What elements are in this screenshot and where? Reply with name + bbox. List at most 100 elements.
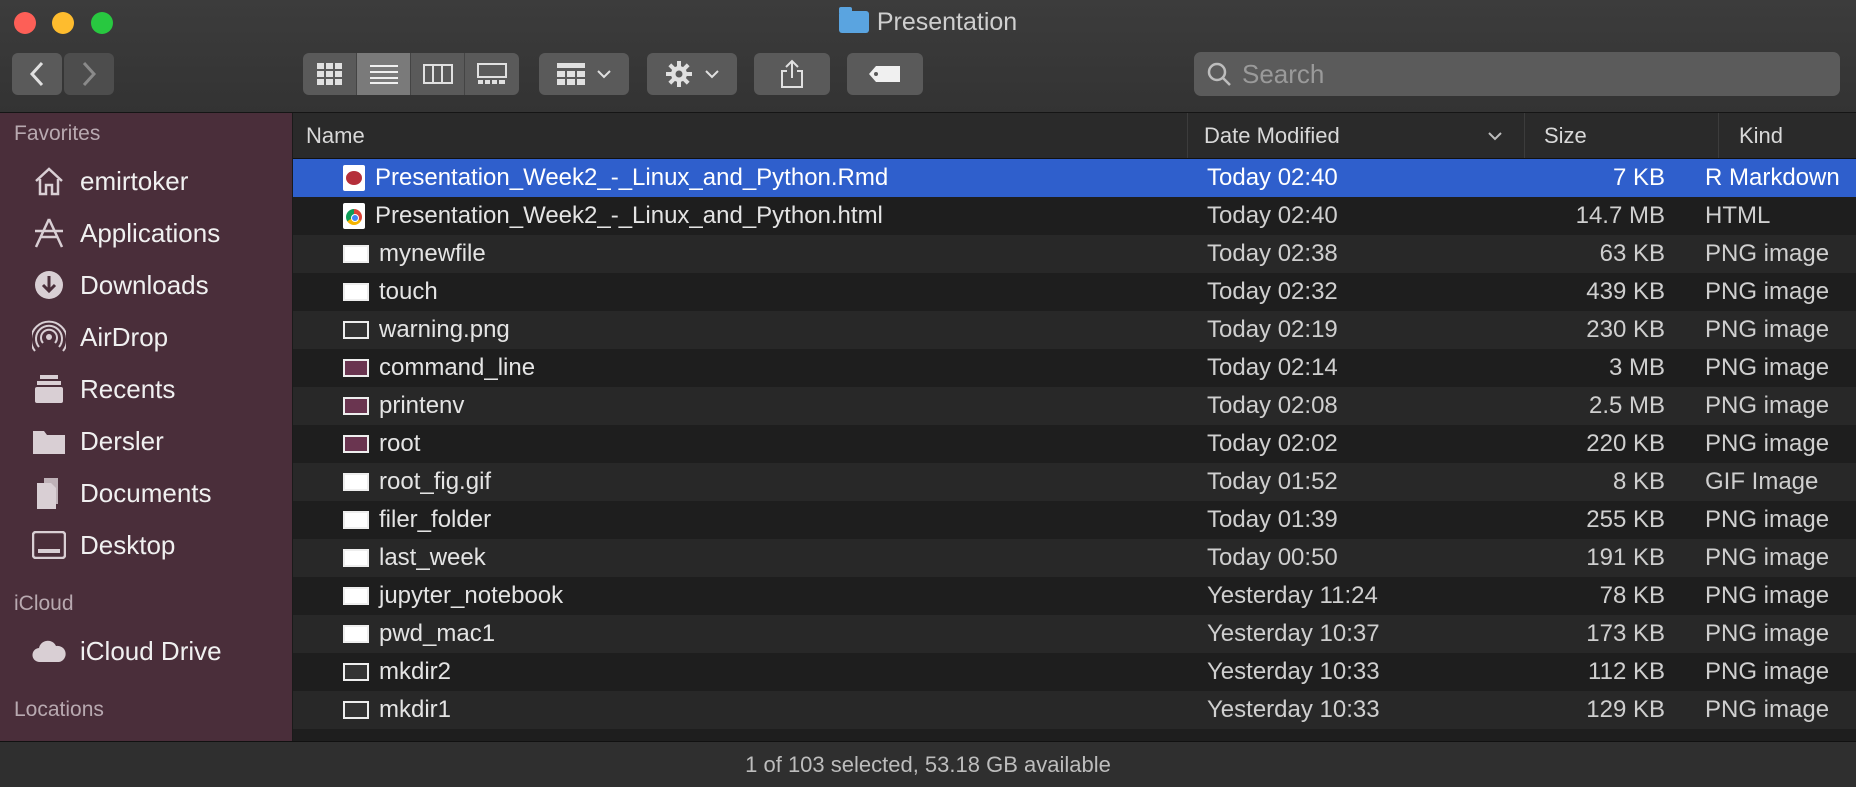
file-name-cell: pwd_mac1: [293, 620, 1193, 648]
sidebar-item-documents[interactable]: Documents: [0, 467, 292, 519]
search-icon: [1207, 62, 1231, 86]
view-mode-control: [303, 53, 519, 95]
status-bar: 1 of 103 selected, 53.18 GB available: [0, 741, 1856, 787]
file-name-cell: Presentation_Week2_-_Linux_and_Python.ht…: [293, 202, 1193, 230]
file-date: Today 01:52: [1207, 468, 1338, 495]
png-thumbnail-icon: [343, 321, 369, 339]
file-row[interactable]: printenv Today 02:08 2.5 MB PNG image: [293, 387, 1856, 425]
chevron-down-icon: [705, 70, 719, 79]
file-row[interactable]: mynewfile Today 02:38 63 KB PNG image: [293, 235, 1856, 273]
file-name-cell: mkdir1: [293, 696, 1193, 724]
file-name: printenv: [379, 392, 465, 419]
column-header-date-modified[interactable]: Date Modified: [1188, 113, 1525, 158]
file-date: Yesterday 10:33: [1207, 696, 1380, 723]
file-size: 7 KB: [1612, 164, 1665, 191]
sidebar-item-label: Applications: [80, 217, 221, 248]
finder-window: Presentation Search Favorites emirtoker …: [0, 0, 1856, 787]
column-header: Name Date Modified Size Kind: [293, 113, 1856, 159]
sidebar-item-desktop[interactable]: Desktop: [0, 519, 292, 571]
file-row[interactable]: mkdir2 Yesterday 10:33 112 KB PNG image: [293, 653, 1856, 691]
file-row[interactable]: root Today 02:02 220 KB PNG image: [293, 425, 1856, 463]
sidebar-item-recents[interactable]: Recents: [0, 363, 292, 415]
share-button[interactable]: [754, 53, 830, 95]
file-size: 78 KB: [1599, 582, 1665, 609]
file-name-cell: last_week: [293, 544, 1193, 572]
sidebar-item-label: Dersler: [80, 425, 164, 456]
search-input[interactable]: [1240, 57, 1824, 91]
file-size: 14.7 MB: [1575, 202, 1665, 229]
file-name-cell: root: [293, 430, 1193, 458]
file-row[interactable]: root_fig.gif Today 01:52 8 KB GIF Image: [293, 463, 1856, 501]
file-row[interactable]: mkdir1 Yesterday 10:33 129 KB PNG image: [293, 691, 1856, 729]
search-field[interactable]: [1194, 52, 1840, 96]
file-row[interactable]: Presentation_Week2_-_Linux_and_Python.Rm…: [293, 159, 1856, 197]
icon-view-button[interactable]: [303, 53, 357, 95]
column-header-name[interactable]: Name: [293, 113, 1188, 158]
png-thumbnail-icon: [343, 663, 369, 681]
file-row[interactable]: filer_folder Today 01:39 255 KB PNG image: [293, 501, 1856, 539]
column-view-icon: [422, 64, 453, 84]
gallery-view-button[interactable]: [465, 53, 519, 95]
file-size: 439 KB: [1586, 278, 1665, 305]
file-row[interactable]: last_week Today 00:50 191 KB PNG image: [293, 539, 1856, 577]
action-button[interactable]: [647, 53, 737, 95]
chevron-right-icon: [82, 61, 97, 87]
gallery-view-icon: [477, 63, 507, 84]
sidebar-item-label: iCloud Drive: [80, 635, 222, 666]
toolbar: Presentation: [0, 0, 1856, 113]
file-size: 220 KB: [1586, 430, 1665, 457]
applications-icon: [30, 216, 68, 250]
file-kind: PNG image: [1705, 506, 1830, 533]
documents-icon: [30, 476, 68, 510]
file-name: pwd_mac1: [379, 620, 496, 647]
file-size: 2.5 MB: [1588, 392, 1665, 419]
sidebar-item-downloads[interactable]: Downloads: [0, 259, 292, 311]
tag-icon: [869, 66, 900, 82]
group-by-icon: [557, 63, 585, 85]
png-thumbnail-icon: [343, 587, 369, 605]
list-view-button[interactable]: [357, 53, 411, 95]
file-kind: R Markdown: [1705, 164, 1840, 191]
file-date: Today 02:08: [1207, 392, 1338, 419]
folder-icon: [30, 424, 68, 458]
file-name-cell: root_fig.gif: [293, 468, 1193, 496]
list-view-icon: [369, 65, 398, 84]
file-size: 191 KB: [1586, 544, 1665, 571]
forward-button[interactable]: [64, 53, 114, 95]
sidebar-item-icloud-drive[interactable]: iCloud Drive: [0, 625, 292, 677]
file-list: Name Date Modified Size Kind Presentatio…: [293, 113, 1856, 741]
png-thumbnail-icon: [343, 625, 369, 643]
file-size: 255 KB: [1586, 506, 1665, 533]
file-row[interactable]: touch Today 02:32 439 KB PNG image: [293, 273, 1856, 311]
sidebar-section-favorites: Favorites: [14, 122, 101, 145]
sidebar-item-emirtoker[interactable]: emirtoker: [0, 155, 292, 207]
file-name-cell: touch: [293, 278, 1193, 306]
sidebar-item-label: AirDrop: [80, 321, 169, 352]
file-row[interactable]: command_line Today 02:14 3 MB PNG image: [293, 349, 1856, 387]
file-size: 112 KB: [1588, 658, 1665, 685]
file-row[interactable]: warning.png Today 02:19 230 KB PNG image: [293, 311, 1856, 349]
sidebar-item-label: Desktop: [80, 529, 176, 560]
file-kind: HTML: [1705, 202, 1771, 229]
group-by-button[interactable]: [539, 53, 629, 95]
file-name-cell: filer_folder: [293, 506, 1193, 534]
file-row[interactable]: Presentation_Week2_-_Linux_and_Python.ht…: [293, 197, 1856, 235]
file-date: Yesterday 10:37: [1207, 620, 1380, 647]
sidebar-item-applications[interactable]: Applications: [0, 207, 292, 259]
column-header-size[interactable]: Size: [1525, 113, 1719, 158]
back-button[interactable]: [12, 53, 62, 95]
file-kind: PNG image: [1705, 696, 1830, 723]
file-row[interactable]: pwd_mac1 Yesterday 10:37 173 KB PNG image: [293, 615, 1856, 653]
sidebar-item-airdrop[interactable]: AirDrop: [0, 311, 292, 363]
file-row[interactable]: jupyter_notebook Yesterday 11:24 78 KB PNG …: [293, 577, 1856, 615]
column-view-button[interactable]: [411, 53, 465, 95]
file-name-cell: mynewfile: [293, 240, 1193, 268]
tags-button[interactable]: [847, 53, 923, 95]
sidebar-item-dersler[interactable]: Dersler: [0, 415, 292, 467]
file-name: filer_folder: [379, 506, 492, 533]
column-header-kind[interactable]: Kind: [1719, 113, 1856, 158]
file-name: touch: [379, 278, 438, 305]
file-date: Yesterday 11:24: [1207, 582, 1378, 609]
file-kind: PNG image: [1705, 316, 1830, 343]
sidebar-item-label: Documents: [80, 477, 212, 508]
